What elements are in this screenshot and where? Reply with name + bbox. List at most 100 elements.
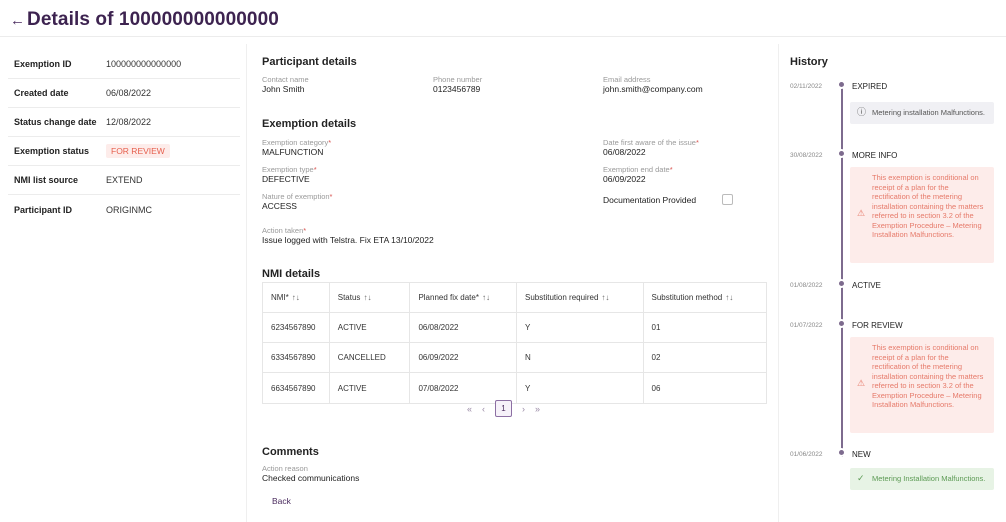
table-cell: 6634567890	[263, 373, 330, 403]
contact-name-field: Contact name John Smith	[262, 75, 309, 94]
nature-of-exemption-field: Nature of exemption* ACCESS	[262, 192, 332, 211]
required-mark: *	[695, 138, 699, 147]
summary-row-nmi-list-source: NMI list source EXTEND	[8, 166, 240, 195]
summary-label: NMI list source	[14, 175, 79, 185]
page-number-button[interactable]: 1	[495, 400, 513, 417]
exemption-details-title: Exemption details	[262, 118, 357, 130]
table-cell: 02	[651, 353, 661, 362]
table-cell: Y	[517, 373, 644, 403]
field-value: Issue logged with Telstra. Fix ETA 13/10…	[262, 235, 434, 245]
table-row: 6634567890 ACTIVE 07/08/2022 Y 06	[263, 373, 766, 403]
timeline-card-warning: ⚠ This exemption is conditional on recei…	[850, 167, 994, 263]
documentation-provided-field: Documentation Provided	[603, 194, 733, 205]
info-circle-icon: ⓘ	[857, 107, 867, 117]
timeline-status: EXPIRED	[852, 82, 888, 91]
prev-page-icon[interactable]: ‹	[482, 404, 485, 414]
table-row: 6234567890 ACTIVE 06/08/2022 Y 01	[263, 313, 766, 343]
summary-row-exemption-status: Exemption status FOR REVIEW	[8, 137, 240, 166]
timeline-card-text: Metering Installation Malfunctions.	[872, 474, 986, 483]
warning-triangle-icon: ⚠	[857, 208, 866, 218]
nmi-details-title: NMI details	[262, 268, 321, 280]
timeline-dot	[837, 279, 846, 288]
email-address-field: Email address john.smith@company.com	[603, 75, 703, 94]
column-header-label: Substitution method	[651, 293, 723, 302]
table-cell: 06/08/2022	[410, 313, 518, 342]
summary-row-status-change-date: Status change date 12/08/2022	[8, 108, 240, 137]
field-label: Action taken*	[262, 226, 434, 235]
timeline-status: FOR REVIEW	[852, 321, 903, 330]
sort-icon[interactable]: ↑↓	[601, 293, 609, 302]
participant-details-title: Participant details	[262, 56, 357, 68]
table-cell: 6234567890	[263, 313, 330, 342]
sort-icon[interactable]: ↑↓	[482, 293, 490, 302]
timeline-status: NEW	[852, 450, 871, 459]
arrow-left-icon[interactable]: ←	[10, 12, 25, 29]
required-mark: *	[329, 192, 333, 201]
field-value: Checked communications	[262, 473, 360, 483]
back-button[interactable]: Back	[272, 496, 291, 506]
column-header-nmi[interactable]: NMI* ↑↓	[263, 283, 330, 312]
timeline-card-info: ⓘ Metering installation Malfunctions.	[850, 102, 994, 124]
field-value: 0123456789	[433, 84, 481, 94]
summary-label: Created date	[14, 88, 69, 98]
first-page-icon[interactable]: «	[467, 404, 472, 414]
column-header-status[interactable]: Status ↑↓	[330, 283, 411, 312]
table-cell: ACTIVE	[330, 373, 411, 403]
field-label: Exemption end date*	[603, 165, 673, 174]
pagination: « ‹ 1 › »	[467, 400, 540, 417]
summary-label: Exemption status	[14, 146, 90, 156]
field-label: Exemption type*	[262, 165, 317, 174]
summary-row-exemption-id: Exemption ID 100000000000000	[8, 50, 240, 79]
next-page-icon[interactable]: ›	[522, 404, 525, 414]
phone-number-field: Phone number 0123456789	[433, 75, 482, 94]
timeline-card-text: This exemption is conditional on receipt…	[872, 173, 984, 239]
column-header-label: Substitution required	[525, 293, 599, 302]
page-header: ← Details of 100000000000000	[10, 6, 279, 34]
exemption-type-field: Exemption type* DEFECTIVE	[262, 165, 317, 184]
field-value: john.smith@company.com	[603, 84, 703, 94]
summary-row-participant-id: Participant ID ORIGINMC	[8, 195, 240, 224]
sort-icon[interactable]: ↑↓	[363, 293, 371, 302]
history-title: History	[790, 56, 828, 68]
column-header-substitution-method[interactable]: Substitution method ↑↓	[644, 283, 767, 312]
exemption-end-date-field: Exemption end date* 06/09/2022	[603, 165, 673, 184]
table-cell: N	[517, 343, 644, 372]
header-divider	[0, 36, 1006, 37]
field-label: Exemption category*	[262, 138, 331, 147]
nmi-table: NMI* ↑↓ Status ↑↓ Planned fix date* ↑↓ Subs…	[262, 282, 767, 404]
field-value: 06/09/2022	[603, 174, 646, 184]
column-header-planned-fix-date[interactable]: Planned fix date* ↑↓	[410, 283, 518, 312]
timeline-dot	[837, 149, 846, 158]
column-header-label: NMI*	[271, 293, 289, 302]
timeline-card-text: This exemption is conditional on receipt…	[872, 343, 984, 409]
warning-triangle-icon: ⚠	[857, 378, 866, 388]
field-value: ACCESS	[262, 201, 297, 211]
sort-icon[interactable]: ↑↓	[725, 293, 733, 302]
summary-row-created-date: Created date 06/08/2022	[8, 79, 240, 108]
field-label: Contact name	[262, 75, 309, 84]
action-reason-field: Action reason Checked communications	[262, 464, 359, 483]
summary-divider	[246, 44, 247, 522]
column-header-substitution-required[interactable]: Substitution required ↑↓	[517, 283, 644, 312]
field-label-text: Action taken	[262, 226, 304, 235]
timeline-date: 01/07/2022	[790, 322, 823, 329]
sort-icon[interactable]: ↑↓	[292, 293, 300, 302]
summary-value: 12/08/2022	[106, 117, 152, 127]
field-value: DEFECTIVE	[262, 174, 310, 184]
last-page-icon[interactable]: »	[535, 404, 540, 414]
summary-label: Exemption ID	[14, 59, 72, 69]
table-header-row: NMI* ↑↓ Status ↑↓ Planned fix date* ↑↓ Subs…	[263, 283, 766, 313]
timeline-line	[841, 85, 843, 457]
summary-panel: Exemption ID 100000000000000 Created dat…	[8, 50, 240, 224]
required-mark: *	[303, 226, 307, 235]
timeline-date: 01/08/2022	[790, 282, 823, 289]
history-divider	[778, 44, 779, 522]
table-cell: CANCELLED	[330, 343, 411, 372]
field-label: Email address	[603, 75, 651, 84]
column-header-label: Planned fix date*	[418, 293, 479, 302]
field-label-text: Nature of exemption	[262, 192, 330, 201]
table-cell: 07/08/2022	[410, 373, 518, 403]
documentation-provided-checkbox[interactable]	[722, 194, 733, 205]
field-label: Date first aware of the issue*	[603, 138, 699, 147]
timeline-date: 30/08/2022	[790, 152, 823, 159]
